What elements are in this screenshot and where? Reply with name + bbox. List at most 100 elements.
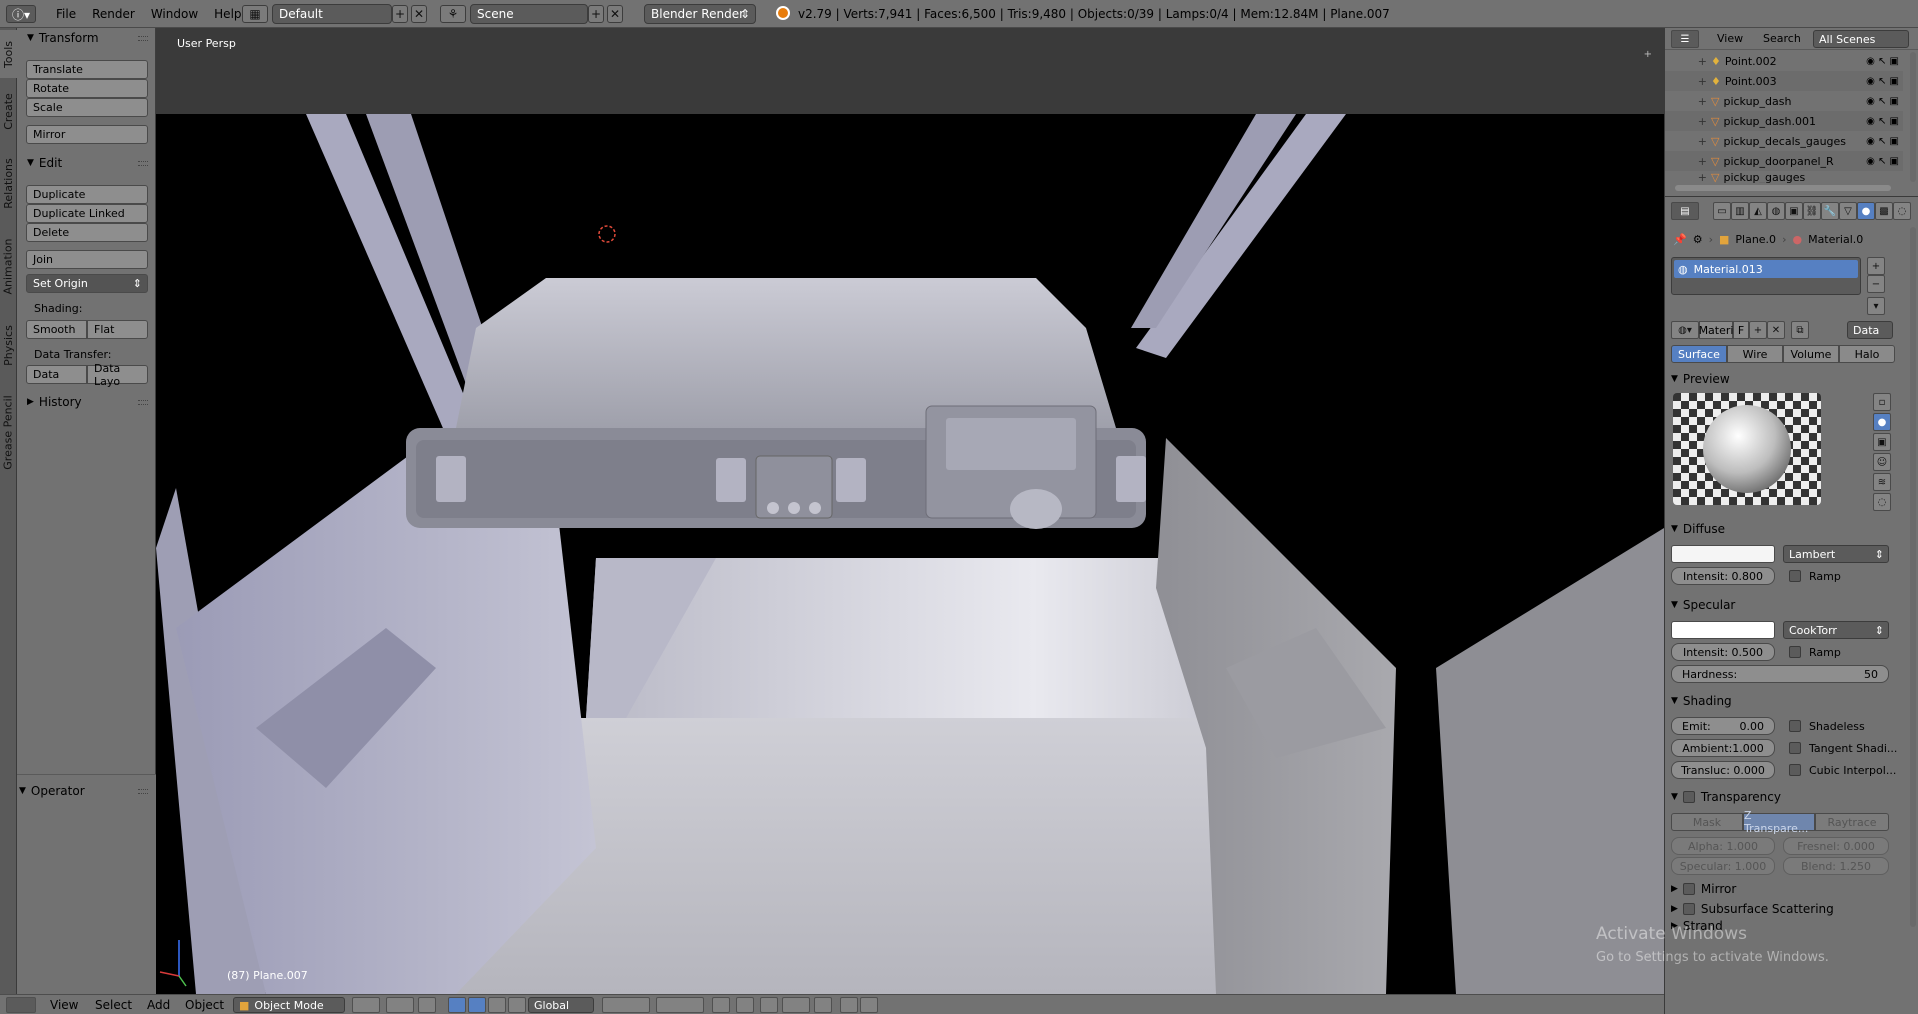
drag-grip-icon[interactable] — [138, 36, 148, 41]
expand-icon[interactable]: + — [1665, 155, 1707, 168]
menu-render[interactable]: Render — [84, 7, 143, 21]
mirror-button[interactable]: Mirror — [26, 125, 148, 144]
viewport-shading-icon[interactable] — [352, 997, 380, 1013]
new-material-button[interactable]: + — [1749, 321, 1767, 339]
data-layout-button[interactable]: Data Layo — [87, 362, 148, 388]
visibility-icons[interactable]: ◉ ↖ ▣ — [1866, 156, 1899, 167]
render-preview-icon[interactable] — [840, 997, 858, 1013]
add-scene-button[interactable]: + — [588, 5, 604, 23]
rotate-manipulator-icon[interactable] — [468, 997, 486, 1013]
expand-icon[interactable]: + — [1665, 75, 1707, 88]
duplicate-button[interactable]: Duplicate — [26, 185, 148, 204]
emit-field[interactable]: Emit: 0.00 — [1671, 717, 1775, 735]
layers-grid-2[interactable] — [656, 997, 704, 1013]
screen-layout-icon[interactable]: ▦ — [242, 5, 268, 23]
scale-manipulator-icon[interactable] — [488, 997, 506, 1013]
edit-panel-header[interactable]: ▼ Edit — [17, 153, 156, 173]
preview-sphere-icon[interactable]: ● — [1873, 413, 1891, 431]
remove-scene-button[interactable]: ✕ — [607, 5, 623, 23]
tab-wire[interactable]: Wire — [1727, 345, 1783, 363]
editor-type-icon[interactable] — [6, 997, 36, 1013]
link-data-dropdown[interactable]: Data — [1847, 321, 1893, 339]
screen-layout-field[interactable]: Default — [272, 4, 392, 24]
specular-intensity-field[interactable]: Intensit: 0.500 — [1671, 643, 1775, 661]
transparency-ztransparency[interactable]: Z Transpare... — [1743, 809, 1815, 835]
drag-grip-icon[interactable] — [138, 161, 148, 166]
slot-specials-icon[interactable]: ▾ — [1867, 297, 1885, 315]
manipulator-toggle-icon[interactable] — [418, 997, 436, 1013]
expand-icon[interactable]: + — [1665, 135, 1707, 148]
translate-button[interactable]: Translate — [26, 60, 148, 79]
texture-tab-icon[interactable]: ▩ — [1875, 202, 1893, 220]
history-panel-header[interactable]: ▶ History — [17, 392, 156, 412]
tab-relations[interactable]: Relations — [0, 144, 17, 222]
properties-editor-icon[interactable]: ▤ — [1671, 202, 1699, 220]
hardness-slider[interactable]: Hardness: 50 — [1671, 665, 1889, 683]
render-engine-dropdown[interactable]: Blender Render ⇕ — [644, 4, 756, 24]
preview-cube-icon[interactable]: ▣ — [1873, 433, 1891, 451]
preview-hair-icon[interactable]: ≋ — [1873, 473, 1891, 491]
preview-flat-icon[interactable]: ▫ — [1873, 393, 1891, 411]
set-origin-dropdown[interactable]: Set Origin ⇕ — [26, 274, 148, 293]
mirror-panel-header[interactable]: ▶ Mirror — [1671, 879, 1911, 899]
diffuse-ramp-checkbox[interactable] — [1789, 570, 1801, 582]
display-mode-dropdown[interactable]: All Scenes — [1813, 30, 1909, 48]
manipulator-extra-icon[interactable] — [508, 997, 526, 1013]
expand-icon[interactable]: + — [1665, 95, 1707, 108]
transparency-raytrace[interactable]: Raytrace — [1815, 813, 1889, 831]
pin-icon[interactable]: 📌 — [1673, 233, 1687, 246]
proportional-edit-icon[interactable] — [736, 997, 754, 1013]
sss-panel-header[interactable]: ▶ Subsurface Scattering — [1671, 899, 1911, 919]
shadeless-checkbox[interactable] — [1789, 720, 1801, 732]
remove-layout-button[interactable]: ✕ — [411, 5, 427, 23]
outliner-item[interactable]: + ▽ pickup_dash.001 ◉ ↖ ▣ — [1665, 111, 1903, 131]
join-button[interactable]: Join — [26, 250, 148, 269]
diffuse-intensity-field[interactable]: Intensit: 0.800 — [1671, 567, 1775, 585]
select-menu[interactable]: Select — [95, 995, 132, 1014]
duplicate-linked-button[interactable]: Duplicate Linked — [26, 204, 148, 223]
add-layout-button[interactable]: + — [392, 5, 408, 23]
remove-slot-button[interactable]: − — [1867, 275, 1885, 293]
object-menu[interactable]: Object — [185, 995, 224, 1014]
object-tab-icon[interactable]: ▣ — [1785, 202, 1803, 220]
material-slot-item[interactable]: ◍ Material.013 — [1674, 260, 1858, 278]
snap-target-icon[interactable] — [814, 997, 832, 1013]
delete-button[interactable]: Delete — [26, 223, 148, 242]
preview-sky-icon[interactable]: ◌ — [1873, 493, 1891, 511]
translucency-field[interactable]: Transluc: 0.000 — [1671, 761, 1775, 779]
mode-dropdown[interactable]: ■ Object Mode — [233, 997, 345, 1013]
scale-button[interactable]: Scale — [26, 98, 148, 117]
data-tab-icon[interactable]: ▽ — [1839, 202, 1857, 220]
drag-grip-icon[interactable] — [138, 789, 148, 794]
ambient-field[interactable]: Ambient:1.000 — [1671, 739, 1775, 757]
outliner-item[interactable]: + ♦ Point.002 ◉ ↖ ▣ — [1665, 51, 1903, 71]
tab-halo[interactable]: Halo — [1839, 345, 1895, 363]
rotate-button[interactable]: Rotate — [26, 79, 148, 98]
scene-tab-icon[interactable]: ◭ — [1749, 202, 1767, 220]
render-layers-tab-icon[interactable]: ▥ — [1731, 202, 1749, 220]
visibility-icons[interactable]: ◉ ↖ ▣ — [1866, 96, 1899, 107]
specular-panel-header[interactable]: ▼ Specular — [1671, 595, 1911, 615]
tab-animation[interactable]: Animation — [0, 224, 17, 308]
render-animation-icon[interactable] — [860, 997, 878, 1013]
alpha-field[interactable]: Alpha: 1.000 — [1671, 837, 1775, 855]
info-editor-icon[interactable]: ⓘ▾ — [6, 5, 36, 23]
material-slot-list[interactable]: ◍ Material.013 — [1671, 257, 1861, 295]
tab-grease-pencil[interactable]: Grease Pencil — [0, 382, 17, 482]
specular-ramp-checkbox[interactable] — [1789, 646, 1801, 658]
outliner-item[interactable]: + ♦ Point.003 ◉ ↖ ▣ — [1665, 71, 1903, 91]
material-name-field[interactable]: Materi — [1699, 321, 1733, 339]
tab-volume[interactable]: Volume — [1783, 345, 1839, 363]
outliner-item[interactable]: + ▽ pickup_decals_gauges ◉ ↖ ▣ — [1665, 131, 1903, 151]
viewport-expand-icon[interactable]: + — [1644, 49, 1652, 60]
tab-tools[interactable]: Tools — [0, 30, 17, 78]
physics-tab-icon[interactable]: ◌ — [1893, 202, 1911, 220]
visibility-icons[interactable]: ◉ ↖ ▣ — [1866, 56, 1899, 67]
orientation-dropdown[interactable]: Global — [528, 997, 594, 1013]
scene-icon[interactable]: ⚘ — [440, 5, 466, 23]
layer-lock-icon[interactable] — [712, 997, 730, 1013]
translate-manipulator-icon[interactable] — [448, 997, 466, 1013]
outliner-view-menu[interactable]: View — [1717, 32, 1743, 45]
tab-physics[interactable]: Physics — [0, 310, 17, 380]
snap-element-icon[interactable] — [782, 997, 810, 1013]
